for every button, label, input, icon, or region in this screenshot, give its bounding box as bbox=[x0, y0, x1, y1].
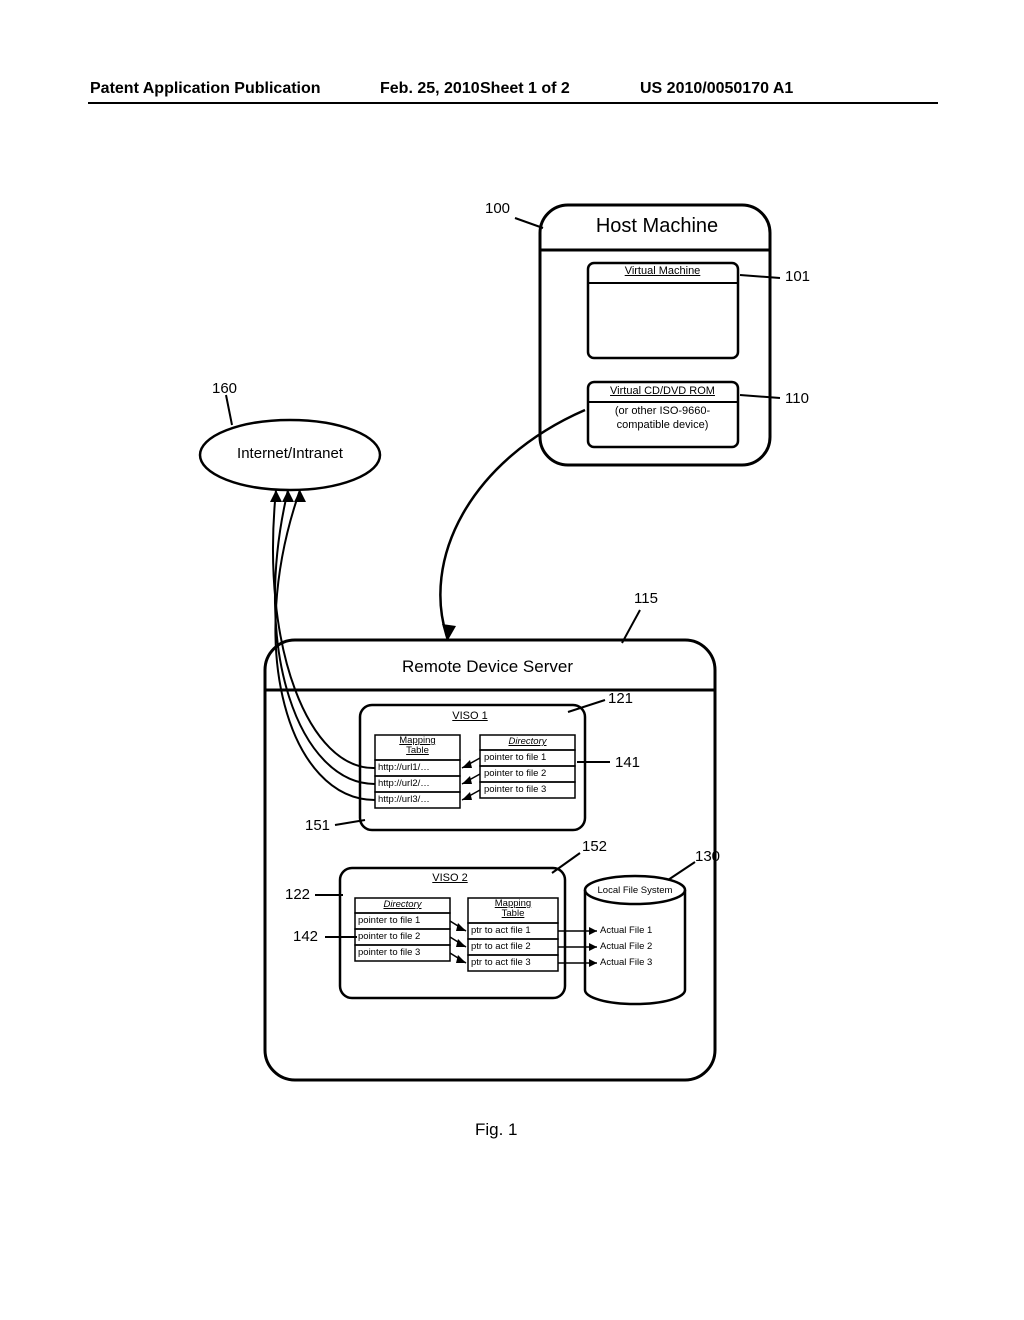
ref-101: 101 bbox=[785, 268, 810, 285]
ptr3-label: pointer to file 3 bbox=[484, 784, 546, 795]
url3-label: http://url3/… bbox=[378, 794, 430, 805]
af1-label: Actual File 1 bbox=[600, 925, 652, 936]
url2-label: http://url2/… bbox=[378, 778, 430, 789]
ptr1-label: pointer to file 1 bbox=[484, 752, 546, 763]
af2-label: Actual File 2 bbox=[600, 941, 652, 952]
figure-number: Fig. 1 bbox=[475, 1120, 518, 1140]
ptr2-label: pointer to file 2 bbox=[484, 768, 546, 779]
ptr1b-label: pointer to file 1 bbox=[358, 915, 420, 926]
page: Patent Application Publication Feb. 25, … bbox=[0, 0, 1024, 1320]
ref-141: 141 bbox=[615, 754, 640, 771]
af3-label: Actual File 3 bbox=[600, 957, 652, 968]
ptract1-label: ptr to act file 1 bbox=[471, 925, 531, 936]
ref-100: 100 bbox=[485, 200, 510, 217]
viso2-label: VISO 2 bbox=[400, 872, 500, 884]
vcd-label-line3: compatible device) bbox=[590, 419, 735, 431]
ref-152: 152 bbox=[582, 838, 607, 855]
ptr2b-label: pointer to file 2 bbox=[358, 931, 420, 942]
vcd-label-line1: Virtual CD/DVD ROM bbox=[590, 385, 735, 397]
directory-label-1: Directory bbox=[480, 736, 575, 747]
directory-label-2: Directory bbox=[355, 899, 450, 910]
lfs-label: Local File System bbox=[588, 885, 682, 896]
mapping-table-label-1: MappingTable bbox=[375, 736, 460, 755]
ref-121: 121 bbox=[608, 690, 633, 707]
url1-label: http://url1/… bbox=[378, 762, 430, 773]
ptr3b-label: pointer to file 3 bbox=[358, 947, 420, 958]
host-machine-label: Host Machine bbox=[572, 215, 742, 238]
ptract2-label: ptr to act file 2 bbox=[471, 941, 531, 952]
vm-label: Virtual Machine bbox=[590, 265, 735, 277]
ref-115: 115 bbox=[634, 590, 658, 607]
vcd-label-line2: (or other ISO-9660- bbox=[590, 405, 735, 417]
ref-122: 122 bbox=[285, 886, 310, 903]
mapping-table-label-2: MappingTable bbox=[468, 899, 558, 918]
ref-142: 142 bbox=[293, 928, 318, 945]
ref-160: 160 bbox=[212, 380, 237, 397]
viso1-label: VISO 1 bbox=[430, 710, 510, 722]
internet-label: Internet/Intranet bbox=[220, 445, 360, 462]
ref-110: 110 bbox=[785, 390, 809, 407]
ptract3-label: ptr to act file 3 bbox=[471, 957, 531, 968]
ref-130: 130 bbox=[695, 848, 720, 865]
ref-151: 151 bbox=[305, 817, 330, 834]
rds-label: Remote Device Server bbox=[350, 657, 625, 677]
